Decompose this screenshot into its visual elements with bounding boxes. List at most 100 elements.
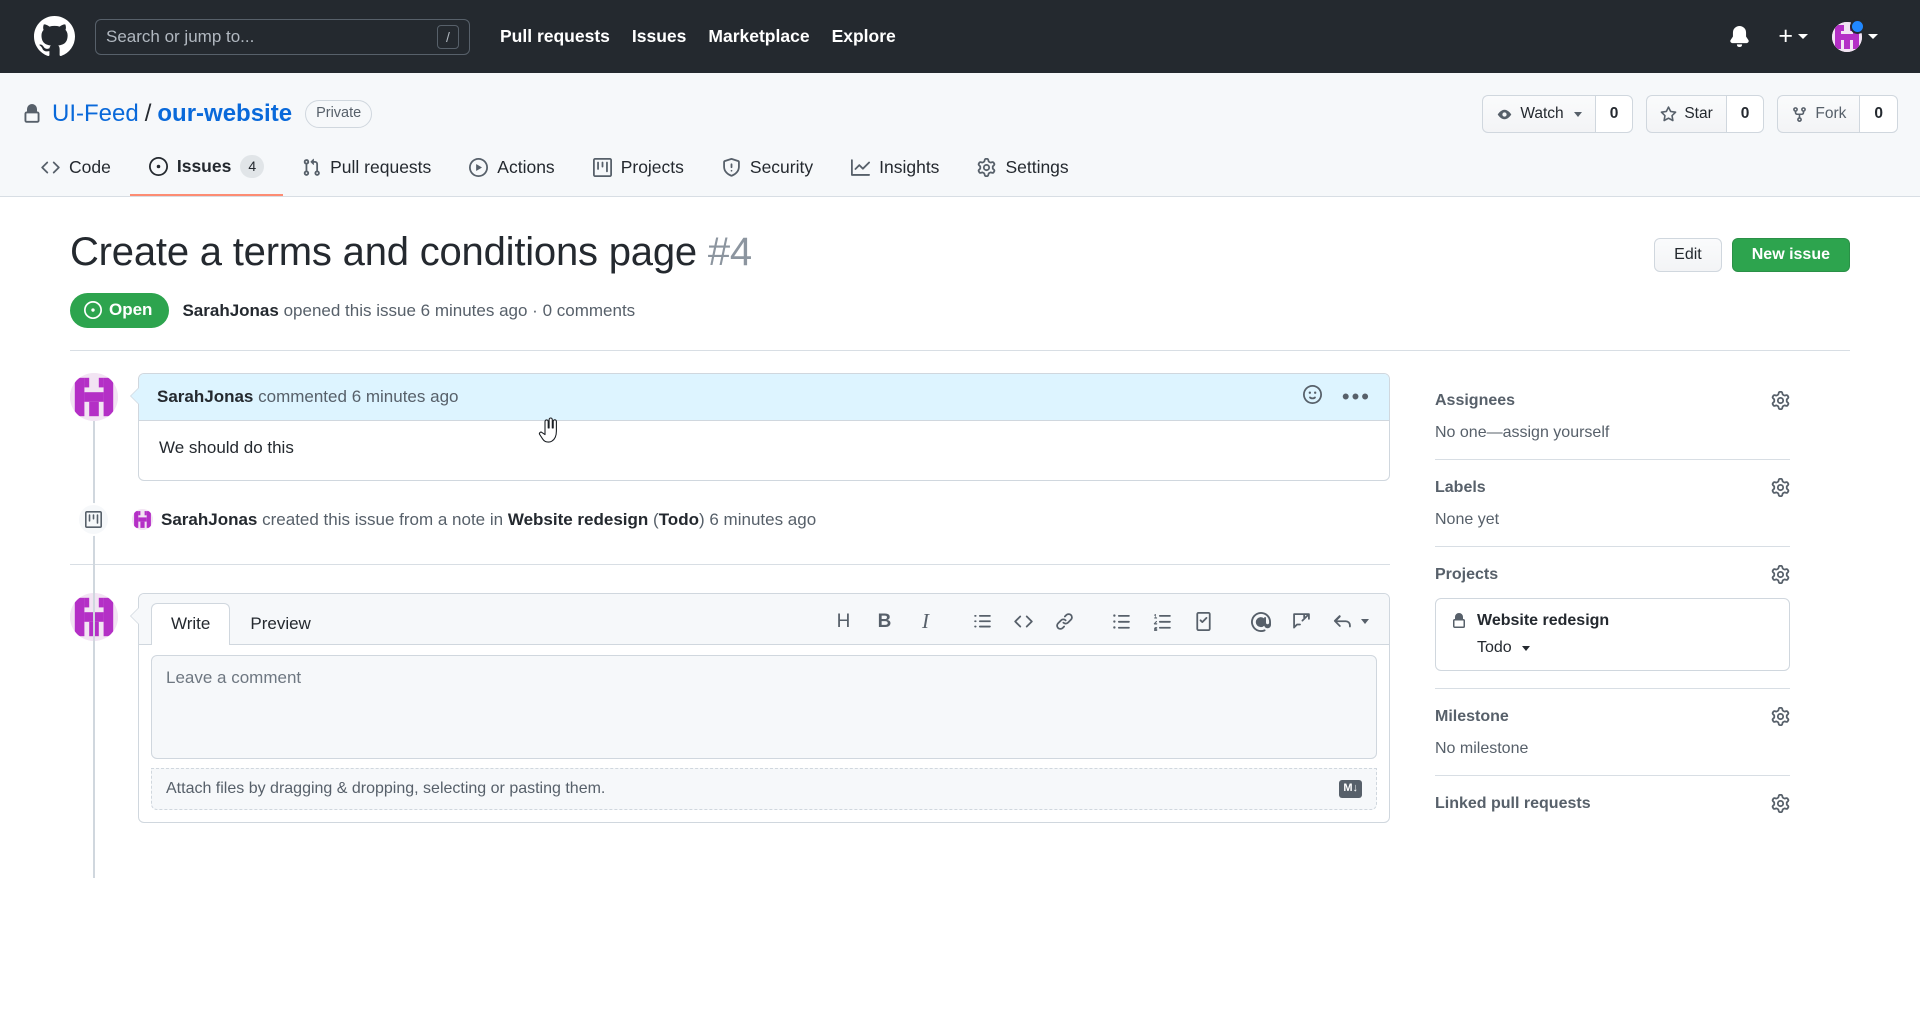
star-count[interactable]: 0 — [1725, 95, 1765, 133]
chevron-down-icon — [1573, 111, 1582, 117]
gear-icon[interactable] — [1771, 565, 1790, 584]
repository-actions: Watch 0 Star 0 Fork 0 — [1482, 95, 1898, 133]
edit-button[interactable]: Edit — [1654, 238, 1722, 272]
shield-icon — [723, 158, 740, 177]
sidebar-section-projects: Projects Website redesign Todo — [1435, 565, 1790, 689]
saved-reply-icon[interactable] — [1330, 609, 1355, 634]
fork-count[interactable]: 0 — [1859, 95, 1898, 133]
fork-button-group: Fork 0 — [1777, 95, 1898, 133]
sidebar-section-milestone: Milestone No milestone — [1435, 707, 1790, 776]
timeline-event-project[interactable]: Website redesign — [508, 510, 648, 529]
tab-insights-label: Insights — [879, 157, 940, 177]
gear-icon[interactable] — [1771, 707, 1790, 726]
code-icon — [41, 161, 60, 174]
comment-box: SarahJonas commented 6 minutes ago ••• W… — [130, 373, 1390, 481]
sidebar-linked-prs-title: Linked pull requests — [1435, 794, 1591, 812]
project-card[interactable]: Website redesign Todo — [1435, 598, 1790, 671]
italic-icon[interactable]: I — [913, 609, 938, 634]
heading-icon[interactable]: H — [831, 609, 856, 634]
new-issue-button[interactable]: New issue — [1731, 238, 1850, 272]
breadcrumb-repo[interactable]: our-website — [157, 100, 292, 128]
project-card-name: Website redesign — [1477, 612, 1610, 629]
issue-meta-row: Open SarahJonas opened this issue 6 minu… — [70, 293, 1850, 351]
gear-icon — [978, 158, 996, 177]
tab-pull-requests[interactable]: Pull requests — [283, 148, 450, 196]
smiley-icon[interactable] — [1302, 385, 1322, 409]
project-board-icon — [592, 158, 612, 177]
attach-files-row[interactable]: Attach files by dragging & dropping, sel… — [151, 768, 1377, 810]
global-nav-pull-requests[interactable]: Pull requests — [500, 26, 610, 47]
quote-icon[interactable] — [970, 609, 995, 634]
code-icon[interactable] — [1011, 609, 1036, 634]
global-nav-marketplace[interactable]: Marketplace — [708, 26, 809, 47]
create-new-menu[interactable]: + — [1778, 24, 1808, 49]
watch-button[interactable]: Watch — [1482, 95, 1595, 133]
issue-opened-icon — [84, 301, 102, 319]
account-menu[interactable] — [1832, 18, 1878, 52]
eye-icon — [1498, 109, 1512, 119]
fork-button[interactable]: Fork — [1777, 95, 1860, 133]
tab-code[interactable]: Code — [22, 148, 130, 196]
watch-label: Watch — [1520, 105, 1564, 122]
sidebar-milestone-value: No milestone — [1435, 740, 1529, 757]
gear-icon[interactable] — [1771, 794, 1790, 813]
comment-header-actions: ••• — [1302, 385, 1371, 409]
sidebar-labels-value: None yet — [1435, 511, 1500, 528]
chevron-down-icon[interactable] — [1361, 619, 1369, 624]
comment-item: SarahJonas commented 6 minutes ago ••• W… — [70, 373, 1390, 481]
comment-editor: Write Preview H B I Leave a comment Atta… — [130, 593, 1390, 823]
gear-icon[interactable] — [1771, 478, 1790, 497]
issue-author[interactable]: SarahJonas — [182, 301, 278, 320]
project-status-dropdown[interactable]: Todo — [1477, 639, 1774, 657]
tab-security[interactable]: Security — [703, 148, 832, 196]
sidebar-assignees-value[interactable]: No one—assign yourself — [1435, 424, 1790, 442]
issue-main-column: SarahJonas commented 6 minutes ago ••• W… — [70, 373, 1390, 878]
unordered-list-icon[interactable] — [1109, 609, 1134, 634]
markdown-badge[interactable]: M↓ — [1339, 780, 1362, 798]
bold-icon[interactable]: B — [872, 609, 897, 634]
avatar[interactable] — [132, 509, 153, 530]
comment-input[interactable] — [151, 655, 1377, 759]
sidebar-section-linked-prs: Linked pull requests — [1435, 794, 1790, 830]
issue-header: Create a terms and conditions page #4 Ed… — [70, 197, 1850, 277]
tab-insights[interactable]: Insights — [832, 148, 958, 196]
tab-write[interactable]: Write — [151, 603, 231, 645]
avatar[interactable] — [70, 373, 118, 421]
tab-projects[interactable]: Projects — [574, 148, 703, 196]
issue-meta-text: SarahJonas opened this issue 6 minutes a… — [182, 301, 635, 321]
watch-button-group: Watch 0 — [1482, 95, 1634, 133]
search-input[interactable]: Search or jump to... / — [95, 18, 470, 55]
ordered-list-icon[interactable] — [1150, 609, 1175, 634]
tab-preview[interactable]: Preview — [230, 603, 330, 645]
star-button[interactable]: Star — [1646, 95, 1726, 133]
issue-page: Create a terms and conditions page #4 Ed… — [0, 197, 1920, 878]
sidebar-labels-title: Labels — [1435, 478, 1486, 496]
timeline-rail — [93, 421, 95, 878]
meta-separator: · — [532, 300, 538, 320]
tab-issues[interactable]: Issues 4 — [129, 146, 284, 196]
sidebar-section-assignees: Assignees No one—assign yourself — [1435, 391, 1790, 460]
link-icon[interactable] — [1052, 609, 1077, 634]
mention-icon[interactable] — [1248, 609, 1273, 634]
bell-icon[interactable] — [1722, 20, 1756, 54]
breadcrumb-separator: / — [144, 100, 152, 127]
tab-issues-count: 4 — [240, 155, 265, 178]
github-mark-icon[interactable] — [34, 16, 75, 57]
timeline-event-author[interactable]: SarahJonas — [161, 510, 257, 529]
gear-icon[interactable] — [1771, 391, 1790, 410]
global-nav-issues[interactable]: Issues — [632, 26, 686, 47]
cross-reference-icon[interactable] — [1289, 609, 1314, 634]
watch-count[interactable]: 0 — [1594, 95, 1634, 133]
graph-icon — [851, 159, 871, 176]
comment-author[interactable]: SarahJonas — [157, 387, 253, 406]
breadcrumb-owner[interactable]: UI-Feed — [52, 100, 139, 128]
sidebar-projects-title: Projects — [1435, 565, 1499, 583]
tab-settings[interactable]: Settings — [958, 148, 1087, 196]
global-nav-explore[interactable]: Explore — [832, 26, 896, 47]
tab-actions[interactable]: Actions — [450, 148, 573, 196]
task-list-icon[interactable] — [1191, 609, 1216, 634]
timeline-divider — [70, 564, 1390, 565]
status-dot — [1850, 18, 1865, 34]
repository-nav-tabs: Code Issues 4 Pull requests Actions Proj… — [22, 146, 1898, 196]
kebab-horizontal-icon[interactable]: ••• — [1342, 386, 1371, 408]
